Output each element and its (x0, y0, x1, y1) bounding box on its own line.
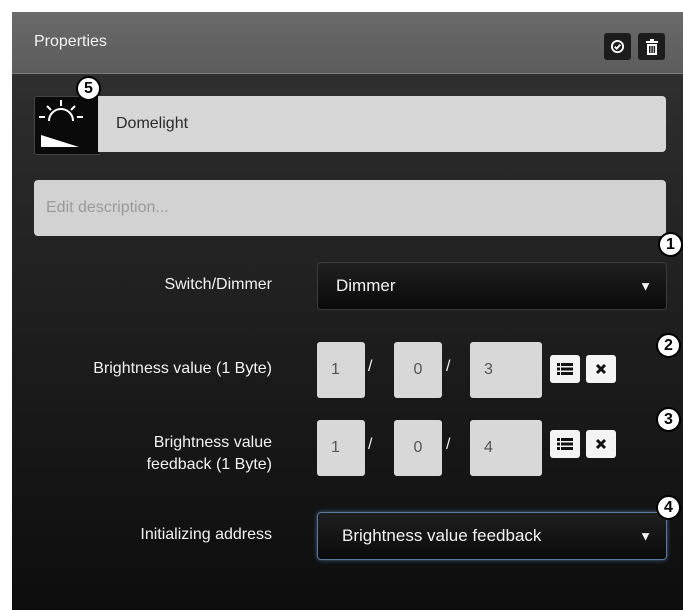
brightness-feedback-label-line1: Brightness value (153, 434, 272, 451)
switch-dimmer-label: Switch/Dimmer (164, 276, 272, 293)
close-icon (595, 363, 607, 375)
dimmable-light-icon (39, 100, 83, 147)
close-icon (595, 438, 607, 450)
brightness-list-button[interactable] (550, 355, 580, 383)
feedback-main-group-input[interactable]: 1 (317, 420, 365, 476)
feedback-clear-button[interactable] (586, 430, 616, 458)
properties-panel: Properties Domelight Edit description...… (12, 12, 683, 610)
brightness-feedback-label: Brightness value feedback (1 Byte) (72, 432, 272, 476)
address-separator: / (446, 436, 451, 453)
brightness-sub-group-input[interactable]: 3 (470, 342, 542, 398)
callout-badge-1: 1 (658, 232, 683, 257)
description-field[interactable]: Edit description... (34, 180, 666, 236)
switch-dimmer-value: Dimmer (336, 276, 396, 295)
address-separator: / (446, 358, 451, 375)
brightness-main-group-input[interactable]: 1 (317, 342, 365, 398)
device-name: Domelight (116, 115, 189, 132)
feedback-list-button[interactable] (550, 430, 580, 458)
description-placeholder: Edit description... (46, 199, 169, 216)
callout-badge-3: 3 (656, 407, 681, 432)
panel-title: Properties (34, 33, 107, 50)
initializing-label: Initializing address (140, 526, 272, 543)
feedback-sub-group-input[interactable]: 4 (470, 420, 542, 476)
callout-badge-4: 4 (656, 495, 681, 520)
brightness-feedback-label-line2: feedback (1 Byte) (146, 456, 272, 473)
brightness-clear-button[interactable] (586, 355, 616, 383)
address-separator: / (368, 358, 373, 375)
switch-dimmer-select[interactable]: Dimmer ▼ (317, 262, 667, 310)
brightness-label: Brightness value (1 Byte) (93, 360, 272, 377)
callout-badge-5: 5 (76, 76, 101, 101)
device-name-field[interactable]: Domelight (98, 96, 666, 152)
address-separator: / (368, 436, 373, 453)
delete-button[interactable] (638, 33, 665, 60)
check-circle-icon (610, 39, 625, 54)
initializing-select[interactable]: Brightness value feedback ▼ (317, 512, 667, 560)
device-icon-button[interactable] (34, 96, 101, 155)
trash-icon (645, 38, 658, 55)
brightness-middle-group-input[interactable]: 0 (394, 342, 442, 398)
initializing-value: Brightness value feedback (342, 526, 542, 545)
list-icon (557, 438, 573, 450)
caret-down-icon: ▼ (639, 528, 652, 544)
list-icon (557, 363, 573, 375)
feedback-middle-group-input[interactable]: 0 (394, 420, 442, 476)
check-button[interactable] (604, 33, 631, 60)
callout-badge-2: 2 (656, 333, 681, 358)
caret-down-icon: ▼ (639, 278, 652, 294)
panel-header: Properties (12, 12, 683, 74)
